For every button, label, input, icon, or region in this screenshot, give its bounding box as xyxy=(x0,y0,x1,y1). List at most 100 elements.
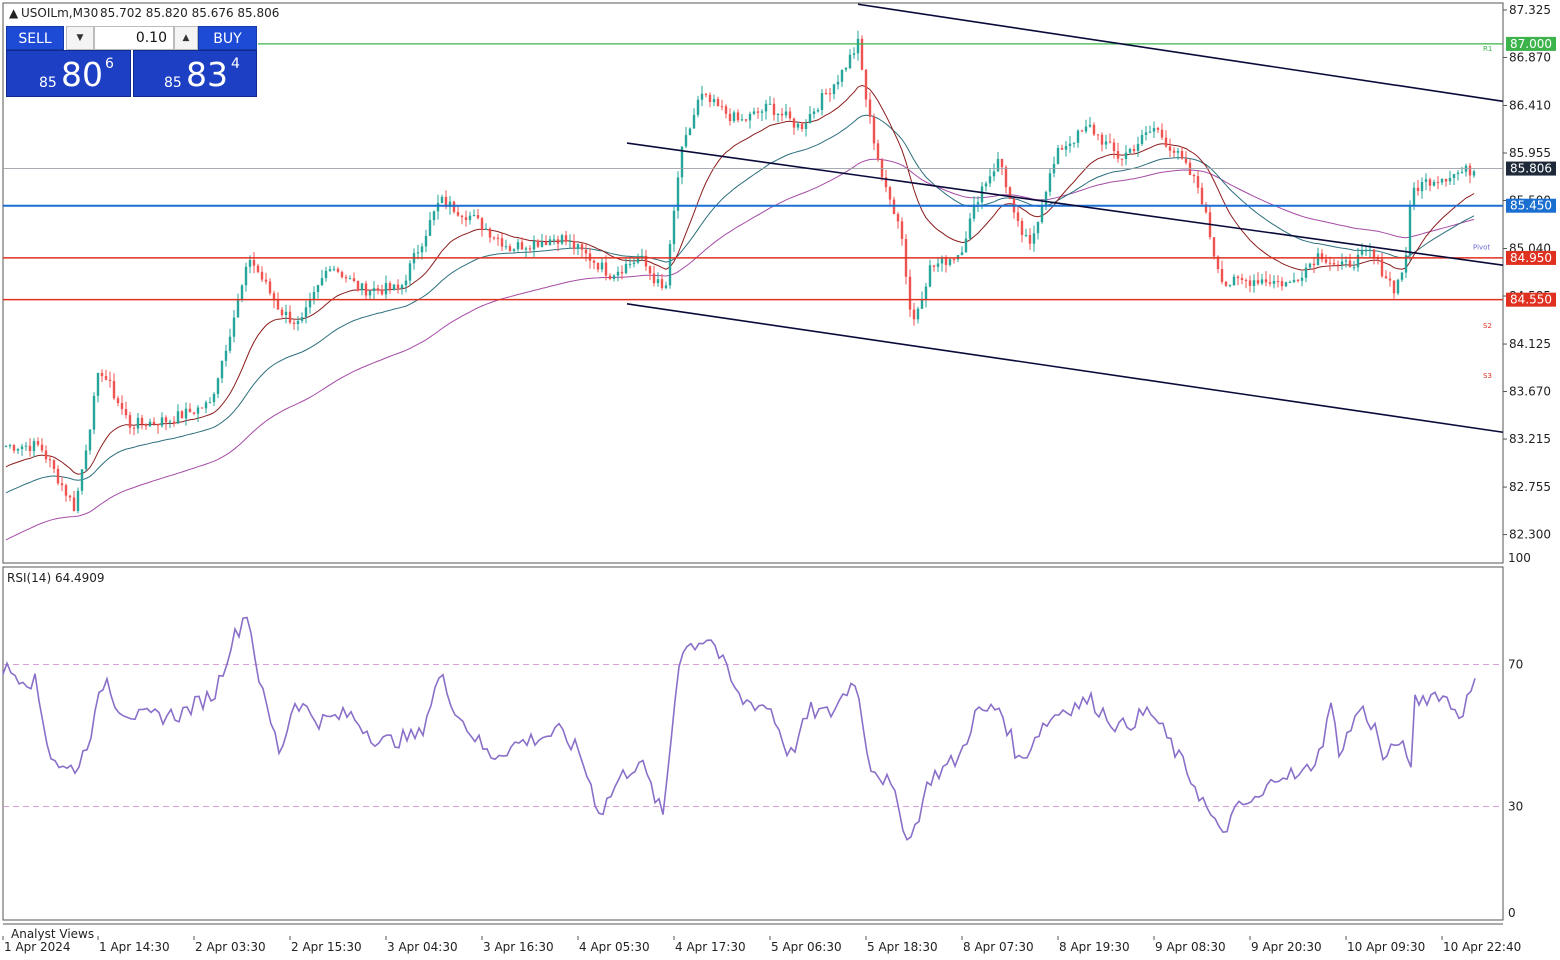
price-tag-label: 84.550 xyxy=(1510,293,1552,307)
candle-body xyxy=(548,239,552,245)
candle-body xyxy=(844,68,848,70)
buy-button[interactable]: BUY xyxy=(198,26,257,50)
one-click-trading-panel: SELL ▼ 0.10 ▲ BUY 85 80 6 85 83 4 xyxy=(6,26,257,97)
candle-body xyxy=(1088,124,1092,127)
pivot-label: Pivot xyxy=(1473,244,1490,252)
candle-body xyxy=(1100,134,1104,145)
candle-body xyxy=(932,265,936,267)
candle-body xyxy=(1304,267,1308,278)
candle-body xyxy=(1240,278,1244,280)
candle-body xyxy=(52,460,56,469)
candle-body xyxy=(1284,282,1288,287)
candle-body xyxy=(44,450,48,460)
candle-body xyxy=(896,214,900,222)
candle-body xyxy=(916,308,920,320)
channel-trendline-2[interactable] xyxy=(626,142,1504,267)
lot-down-icon[interactable]: ▼ xyxy=(66,26,94,50)
candle-body xyxy=(600,262,604,270)
candle-body xyxy=(1028,234,1032,244)
candle-body xyxy=(284,311,288,315)
candle-body xyxy=(592,260,596,263)
candle-body xyxy=(560,235,564,244)
sell-price-sup: 6 xyxy=(105,56,114,72)
candle-body xyxy=(1232,276,1236,286)
candle-body xyxy=(188,408,192,413)
candle-body xyxy=(584,249,588,254)
time-tick-label: 8 Apr 07:30 xyxy=(963,940,1034,954)
lot-size-input[interactable]: 0.10 xyxy=(94,26,174,50)
candle-body xyxy=(756,111,760,113)
candle-body xyxy=(1264,279,1268,283)
candle-body xyxy=(1308,263,1312,268)
candle-body xyxy=(260,271,264,280)
candle-body xyxy=(980,186,984,203)
candle-body xyxy=(352,278,356,281)
candle-body xyxy=(580,244,584,250)
pivot-label: S3 xyxy=(1483,372,1492,380)
candle-body xyxy=(612,275,616,279)
candle-body xyxy=(84,450,88,470)
candle-body xyxy=(168,421,172,423)
candle-body xyxy=(1132,149,1136,151)
candle-body xyxy=(1096,134,1100,136)
candle-body xyxy=(40,444,44,451)
candle-body xyxy=(228,336,232,351)
candle-body xyxy=(508,246,512,251)
candle-body xyxy=(808,114,812,124)
candle-body xyxy=(1420,182,1424,192)
candle-body xyxy=(1140,135,1144,144)
candle-body xyxy=(72,497,76,511)
sell-button[interactable]: SELL xyxy=(6,26,64,50)
candle-body xyxy=(1344,260,1348,262)
candle-body xyxy=(760,111,764,113)
candle-body xyxy=(48,459,52,461)
candle-body xyxy=(744,119,748,121)
lot-up-icon[interactable]: ▲ xyxy=(174,26,198,50)
candle-body xyxy=(824,93,828,94)
candle-body xyxy=(4,445,8,447)
candle-body xyxy=(936,263,940,267)
channel-trendline-1[interactable] xyxy=(857,3,1504,103)
candle-body xyxy=(1032,233,1036,244)
candle-body xyxy=(672,210,676,245)
candle-body xyxy=(312,292,316,300)
candle-body xyxy=(1384,276,1388,279)
buy-price-big: 83 xyxy=(186,55,228,94)
candle-body xyxy=(1080,130,1084,132)
rsi-tick-label: 70 xyxy=(1508,658,1523,672)
candle-body xyxy=(988,176,992,184)
price-tick-label: 85.955 xyxy=(1509,146,1551,160)
candle-body xyxy=(992,171,996,177)
candle-body xyxy=(504,246,508,248)
candle-body xyxy=(324,270,328,279)
candle-body xyxy=(416,252,420,254)
candle-body xyxy=(632,262,636,264)
candle-body xyxy=(816,109,820,112)
candle-body xyxy=(252,260,256,266)
chart-canvas[interactable]: 87.32586.87086.41085.95585.50085.04084.5… xyxy=(0,0,1560,960)
candle-body xyxy=(740,119,744,121)
candle-body xyxy=(1160,129,1164,138)
candle-body xyxy=(128,415,132,428)
candle-body xyxy=(20,446,24,449)
candle-body xyxy=(596,262,600,270)
candle-body xyxy=(220,360,224,379)
candle-body xyxy=(184,408,188,419)
candle-body xyxy=(1280,281,1284,287)
candle-body xyxy=(232,317,236,337)
candle-body xyxy=(332,268,336,270)
time-tick-label: 1 Apr 14:30 xyxy=(99,940,170,954)
buy-price-button[interactable]: 85 83 4 xyxy=(133,50,257,97)
candle-body xyxy=(100,372,104,377)
time-tick-label: 10 Apr 09:30 xyxy=(1347,940,1425,954)
candle-body xyxy=(1092,124,1096,135)
candle-body xyxy=(912,309,916,320)
candle-body xyxy=(356,281,360,291)
candle-body xyxy=(1176,150,1180,153)
sell-price-button[interactable]: 85 80 6 xyxy=(6,50,131,97)
candle-body xyxy=(1292,279,1296,282)
channel-trendline-3[interactable] xyxy=(626,303,1504,434)
candle-body xyxy=(1108,141,1112,143)
candle-body xyxy=(732,112,736,121)
candle-body xyxy=(488,228,492,238)
